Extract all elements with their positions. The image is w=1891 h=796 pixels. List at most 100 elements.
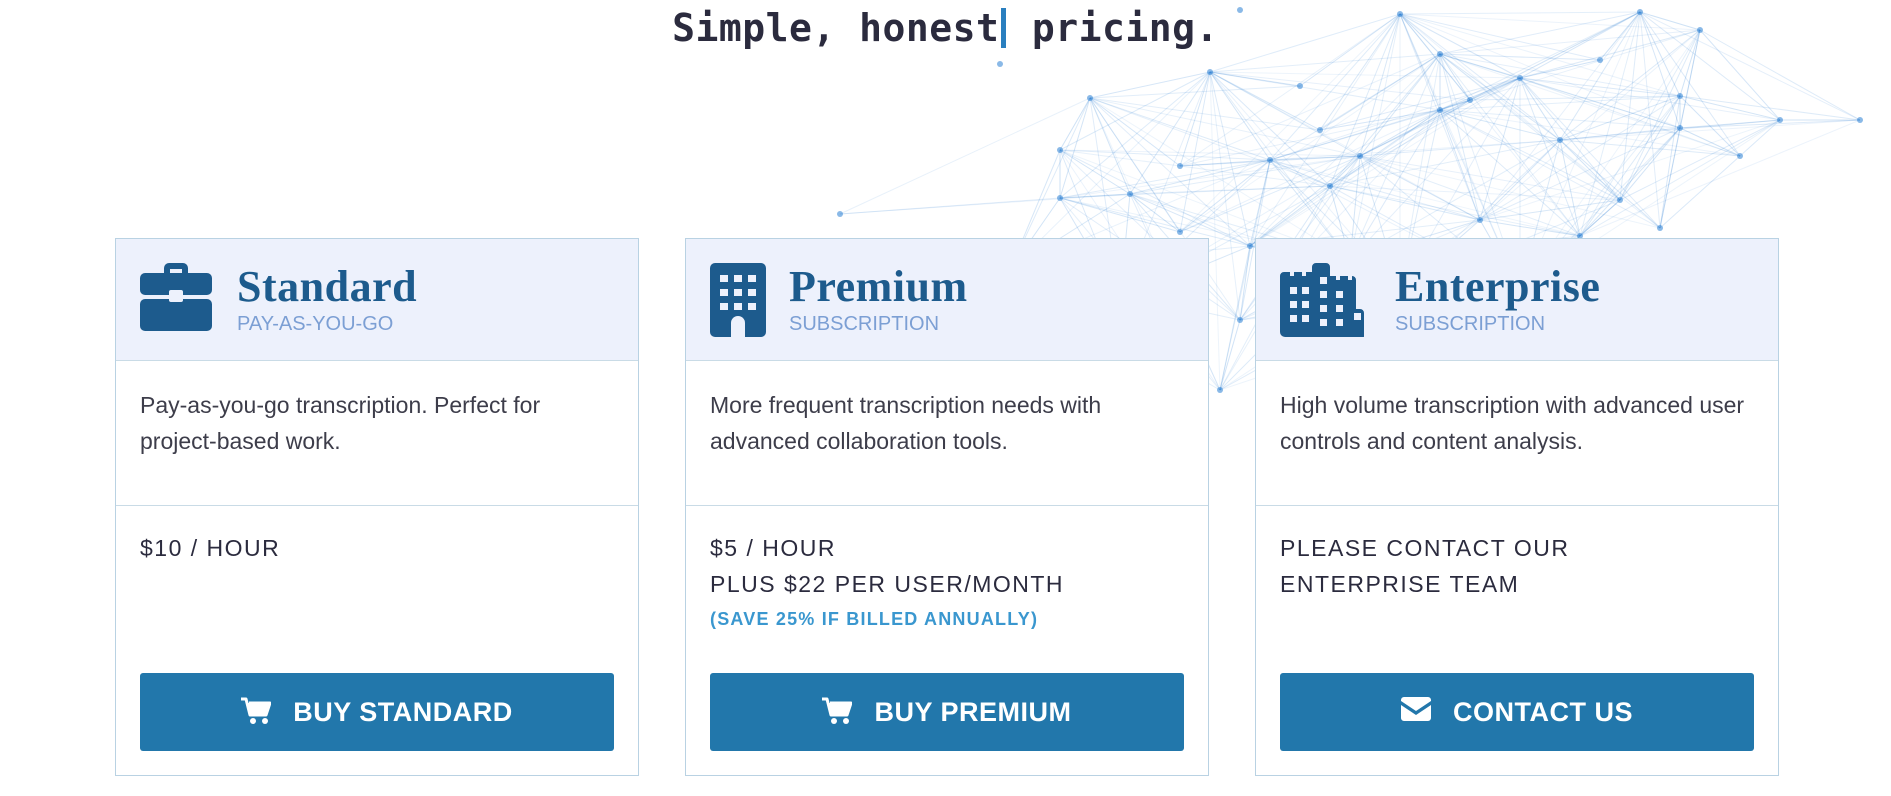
- network-edge: [1209, 53, 1441, 73]
- network-edge: [1059, 197, 1181, 233]
- network-node: [1297, 83, 1303, 89]
- network-node: [1597, 57, 1603, 63]
- network-edge: [1559, 139, 1581, 237]
- network-edge: [1439, 53, 1581, 237]
- plan-type: SUBSCRIPTION: [789, 313, 940, 335]
- network-edge: [1349, 77, 1521, 261]
- network-edge: [839, 97, 1091, 215]
- network-edge: [1129, 155, 1361, 195]
- network-edge: [1209, 71, 1481, 221]
- network-edge: [1269, 159, 1481, 221]
- network-edge: [1319, 109, 1441, 131]
- network-edge: [1179, 109, 1441, 233]
- button-label: BUY STANDARD: [293, 696, 513, 727]
- network-edge: [1129, 159, 1271, 195]
- network-node: [837, 211, 843, 217]
- page-title-part-2: pricing.: [1008, 6, 1219, 50]
- network-edge: [1479, 119, 1781, 221]
- network-edge: [1059, 149, 1131, 195]
- network-edge: [1679, 119, 1861, 129]
- network-edge: [1059, 193, 1131, 199]
- network-edge: [1659, 29, 1701, 229]
- network-edge: [1349, 13, 1401, 261]
- network-edge: [1519, 77, 1781, 121]
- plan-description: More frequent transcription needs with a…: [686, 361, 1208, 506]
- network-node: [1617, 197, 1623, 203]
- network-edge: [1439, 53, 1681, 97]
- contact-us-button[interactable]: CONTACT US: [1280, 673, 1754, 751]
- network-edge: [1559, 119, 1861, 141]
- network-node: [1207, 69, 1213, 75]
- network-edge: [839, 193, 1131, 215]
- network-node: [1477, 217, 1483, 223]
- network-edge: [1359, 155, 1481, 221]
- network-edge: [1439, 53, 1521, 79]
- network-edge: [1089, 97, 1321, 131]
- network-edge: [1059, 71, 1211, 199]
- network-node: [1677, 93, 1683, 99]
- network-edge: [1359, 99, 1471, 157]
- network-edge: [1619, 95, 1681, 201]
- network-edge: [1269, 109, 1441, 161]
- network-edge: [1249, 159, 1271, 247]
- network-edge: [1579, 119, 1861, 237]
- network-node: [1247, 243, 1253, 249]
- network-edge: [1329, 185, 1481, 221]
- network-node: [1777, 117, 1783, 123]
- network-edge: [1439, 99, 1471, 111]
- network-edge: [1209, 71, 1271, 161]
- network-edge: [1479, 127, 1681, 221]
- network-edge: [1479, 77, 1521, 221]
- network-edge: [1519, 77, 1681, 129]
- network-node: [1437, 51, 1443, 57]
- network-node: [997, 61, 1003, 67]
- network-edge: [1679, 127, 1741, 157]
- network-edge: [1179, 155, 1361, 233]
- page-title: Simple, honest pricing.: [0, 6, 1891, 50]
- network-edge: [1329, 155, 1361, 187]
- buy-standard-button[interactable]: BUY STANDARD: [140, 673, 614, 751]
- network-edge: [1179, 109, 1441, 167]
- plan-card-header: Standard PAY-AS-YOU-GO: [116, 239, 638, 361]
- network-edge: [1329, 99, 1471, 187]
- network-edge: [1249, 77, 1521, 247]
- network-edge: [1679, 95, 1741, 157]
- plan-description: High volume transcription with advanced …: [1256, 361, 1778, 506]
- plan-price: PLEASE CONTACT OUR ENTERPRISE TEAM: [1256, 506, 1778, 651]
- network-edge: [1089, 97, 1251, 247]
- plan-name: Premium: [789, 262, 968, 311]
- network-node: [1177, 163, 1183, 169]
- network-edge: [1559, 127, 1681, 141]
- network-node: [1317, 127, 1323, 133]
- network-edge: [1519, 77, 1661, 229]
- network-edge: [1269, 99, 1471, 161]
- network-edge: [1439, 53, 1471, 101]
- network-edge: [1359, 155, 1661, 229]
- network-edge: [1269, 77, 1521, 161]
- button-label: BUY PREMIUM: [874, 696, 1072, 727]
- network-node: [1677, 125, 1683, 131]
- network-edge: [1559, 119, 1781, 141]
- network-edge: [1249, 99, 1471, 247]
- price-line: ENTERPRISE TEAM: [1280, 571, 1520, 597]
- network-edge: [1519, 77, 1561, 141]
- network-node: [1217, 387, 1223, 393]
- network-edge: [1619, 29, 1701, 201]
- network-edge: [1129, 185, 1331, 195]
- network-edge: [1209, 71, 1221, 391]
- network-edge: [1209, 71, 1251, 247]
- network-edge: [1089, 71, 1211, 99]
- building-icon: [710, 263, 766, 342]
- network-edge: [839, 197, 1061, 215]
- network-edge: [1439, 109, 1561, 141]
- network-edge: [1249, 185, 1331, 247]
- network-edge: [1359, 53, 1441, 157]
- page-title-part-1: Simple, honest: [672, 6, 1000, 50]
- network-edge: [1579, 127, 1681, 237]
- network-edge: [1209, 71, 1441, 111]
- network-edge: [1359, 109, 1441, 157]
- network-edge: [1209, 71, 1521, 79]
- network-edge: [1329, 109, 1441, 187]
- network-edge: [1519, 77, 1581, 237]
- buy-premium-button[interactable]: BUY PREMIUM: [710, 673, 1184, 751]
